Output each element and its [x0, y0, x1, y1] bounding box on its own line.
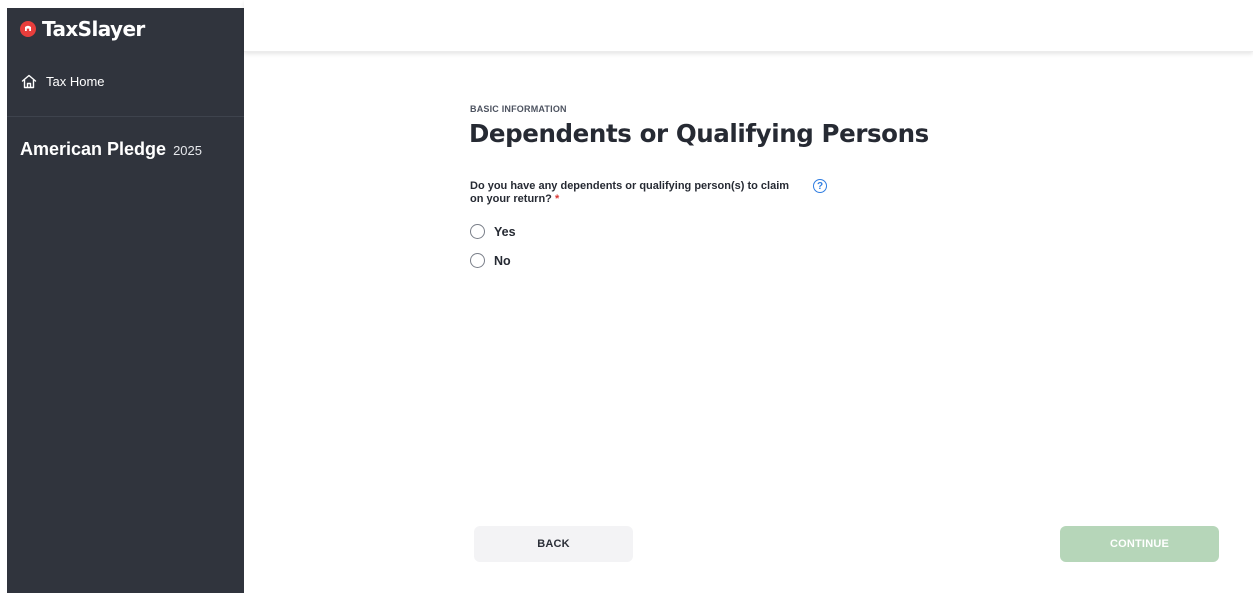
back-button[interactable]: BACK	[474, 526, 633, 562]
taxslayer-logo[interactable]: TaxSlayer	[20, 14, 145, 44]
radio-option-yes[interactable]: Yes	[470, 224, 516, 239]
home-icon	[21, 74, 37, 89]
sidebar-divider	[7, 116, 244, 117]
sidebar: TaxSlayer Tax Home American Pledge 2025	[7, 8, 244, 593]
required-marker: *	[554, 193, 560, 205]
question-text: Do you have any dependents or qualifying…	[470, 180, 790, 205]
question-label: Do you have any dependents or qualifying…	[470, 180, 790, 206]
top-bar	[244, 0, 1253, 52]
page-title: Dependents or Qualifying Persons	[469, 119, 929, 148]
radio-label: No	[494, 253, 511, 268]
question-circle-icon[interactable]: ?	[813, 179, 827, 193]
radio-option-no[interactable]: No	[470, 253, 511, 268]
section-label: BASIC INFORMATION	[470, 104, 567, 114]
radio-button[interactable]	[470, 253, 485, 268]
continue-button[interactable]: CONTINUE	[1060, 526, 1219, 562]
return-year: 2025	[173, 143, 202, 158]
taxslayer-helmet-icon	[20, 21, 36, 37]
return-name: American Pledge	[20, 139, 167, 159]
sidebar-item-tax-home[interactable]: Tax Home	[21, 74, 105, 89]
radio-label: Yes	[494, 224, 516, 239]
brand-name: TaxSlayer	[42, 17, 145, 41]
return-title: American Pledge 2025	[20, 139, 202, 160]
sidebar-item-label: Tax Home	[46, 74, 105, 89]
radio-button[interactable]	[470, 224, 485, 239]
